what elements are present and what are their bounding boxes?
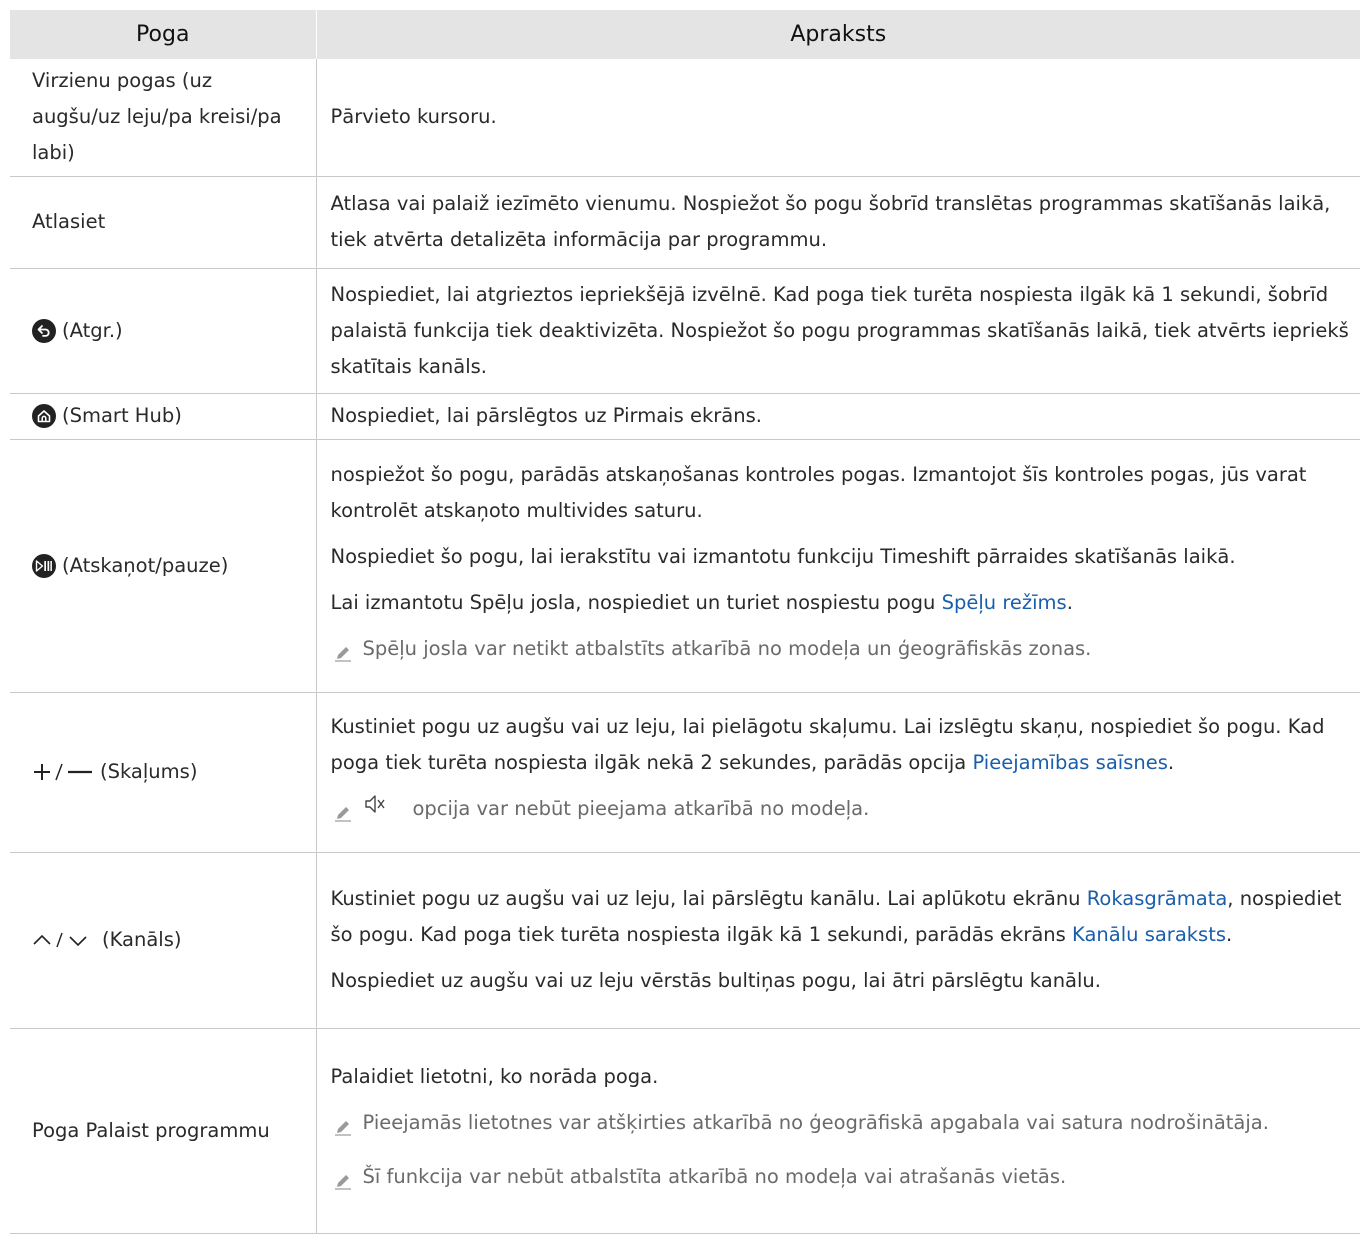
button-cell: (Smart Hub) — [10, 393, 317, 440]
description-cell: Nospiediet, lai pārslēgtos uz Pirmais ek… — [316, 393, 1360, 440]
description-cell: Palaidiet lietotni, ko norāda poga. Piee… — [316, 1028, 1360, 1234]
description-text: nospiežot šo pogu, parādās atskaņošanas … — [330, 462, 1307, 522]
button-cell: (Skaļums) — [10, 692, 317, 853]
text-fragment: . — [1226, 923, 1233, 946]
remote-buttons-table: Poga Apraksts Virzienu pogas (uz augšu/u… — [10, 10, 1360, 1234]
note: Pieejamās lietotnes var atšķirties atkar… — [331, 1105, 1351, 1149]
description-cell: Kustiniet pogu uz augšu vai uz leju, lai… — [316, 692, 1360, 853]
text-fragment: . — [1167, 751, 1175, 774]
button-cell: (Atgr.) — [10, 268, 317, 394]
table-row: (Atskaņot/pauze) nospiežot šo pogu, parā… — [10, 439, 1360, 693]
description-text: Kustiniet pogu uz augšu vai uz leju, lai… — [331, 709, 1351, 781]
description-text: Kustiniet pogu uz augšu vai uz leju, lai… — [331, 881, 1351, 953]
note-text: Spēļu josla var netikt atbalstīts atkarī… — [362, 636, 1092, 660]
up-down-chevron-icon — [32, 930, 96, 950]
note-text: Pieejamās lietotnes var atšķirties atkar… — [362, 1110, 1269, 1134]
accessibility-shortcuts-link[interactable]: Pieejamības saīsnes — [972, 751, 1167, 774]
note-line: opcija var nebūt pieejama atkarībā no mo… — [363, 791, 1351, 828]
note: Spēļu josla var netikt atbalstīts atkarī… — [331, 631, 1351, 675]
text-fragment: Lai izmantotu Spēļu josla, nospiediet un… — [330, 590, 942, 614]
button-label: (Atgr.) — [62, 318, 123, 342]
table-row: Virzienu pogas (uz augšu/uz leju/pa krei… — [10, 59, 1360, 177]
play-pause-icon — [32, 553, 56, 578]
description-cell: Pārvieto kursoru. — [316, 59, 1360, 177]
button-cell: (Kanāls) — [10, 852, 317, 1029]
table-row: (Kanāls) Kustiniet pogu uz augšu vai uz … — [10, 852, 1360, 1029]
table-row: (Skaļums) Kustiniet pogu uz augšu vai uz… — [10, 692, 1360, 853]
description-text: Nospiediet šo pogu, lai ierakstītu vai i… — [330, 544, 1236, 568]
back-icon — [32, 318, 56, 343]
note: Šī funkcija var nebūt atbalstīta atkarīb… — [331, 1159, 1351, 1203]
description-text: Nospiediet uz augšu vai uz leju vērstās … — [330, 969, 1101, 992]
button-label: (Kanāls) — [102, 928, 182, 951]
guide-link[interactable]: Rokasgrāmata — [1087, 887, 1228, 910]
description-text: Atlasa vai palaiž iezīmēto vienumu. Nosp… — [330, 192, 1331, 251]
description-cell: Atlasa vai palaiž iezīmēto vienumu. Nosp… — [316, 176, 1360, 269]
button-label: (Skaļums) — [100, 760, 198, 783]
description-text: Palaidiet lietotni, ko norāda poga. — [330, 1064, 659, 1088]
table-row: Poga Palaist programmu Palaidiet lietotn… — [10, 1028, 1360, 1234]
header-description: Apraksts — [316, 10, 1360, 59]
button-cell: (Atskaņot/pauze) — [10, 439, 317, 693]
button-label: (Smart Hub) — [62, 404, 182, 427]
note: opcija var nebūt pieejama atkarībā no mo… — [331, 791, 1351, 835]
button-cell: Virzienu pogas (uz augšu/uz leju/pa krei… — [10, 59, 317, 177]
table-header-row: Poga Apraksts — [10, 10, 1360, 59]
table-row: (Atgr.) Nospiediet, lai atgrieztos iepri… — [10, 268, 1360, 394]
description-text: Nospiediet, lai atgrieztos iepriekšējā i… — [330, 282, 1349, 378]
text-fragment: . — [1066, 590, 1073, 614]
table-row: (Smart Hub) Nospiediet, lai pārslēgtos u… — [10, 393, 1360, 440]
table-row: Atlasiet Atlasa vai palaiž iezīmēto vien… — [10, 176, 1360, 269]
description-cell: Kustiniet pogu uz augšu vai uz leju, lai… — [316, 852, 1360, 1029]
button-label: (Atskaņot/pauze) — [62, 553, 229, 577]
home-icon — [32, 404, 56, 428]
description-text: Lai izmantotu Spēļu josla, nospiediet un… — [331, 585, 1351, 621]
game-mode-link[interactable]: Spēļu režīms — [942, 591, 1067, 614]
button-cell: Atlasiet — [10, 176, 317, 269]
note-text: Šī funkcija var nebūt atbalstīta atkarīb… — [362, 1164, 1067, 1188]
header-button: Poga — [10, 10, 317, 59]
button-cell: Poga Palaist programmu — [10, 1028, 317, 1234]
text-fragment: Kustiniet pogu uz augšu vai uz leju, lai… — [330, 887, 1087, 910]
note-text: opcija var nebūt pieejama atkarībā no mo… — [412, 797, 870, 820]
channel-list-link[interactable]: Kanālu saraksts — [1072, 923, 1226, 946]
description-text: Pārvieto kursoru. — [330, 105, 497, 129]
pencil-icon — [331, 1105, 363, 1149]
description-text: Nospiediet, lai pārslēgtos uz Pirmais ek… — [330, 404, 762, 427]
pencil-icon — [331, 1159, 363, 1203]
description-cell: nospiežot šo pogu, parādās atskaņošanas … — [316, 439, 1360, 693]
pencil-icon — [331, 631, 363, 675]
pencil-icon — [331, 791, 363, 835]
mute-icon — [363, 792, 389, 828]
text-fragment: Kustiniet pogu uz augšu vai uz leju, lai… — [330, 715, 1325, 774]
plus-minus-icon — [32, 762, 94, 782]
description-cell: Nospiediet, lai atgrieztos iepriekšējā i… — [316, 268, 1360, 394]
